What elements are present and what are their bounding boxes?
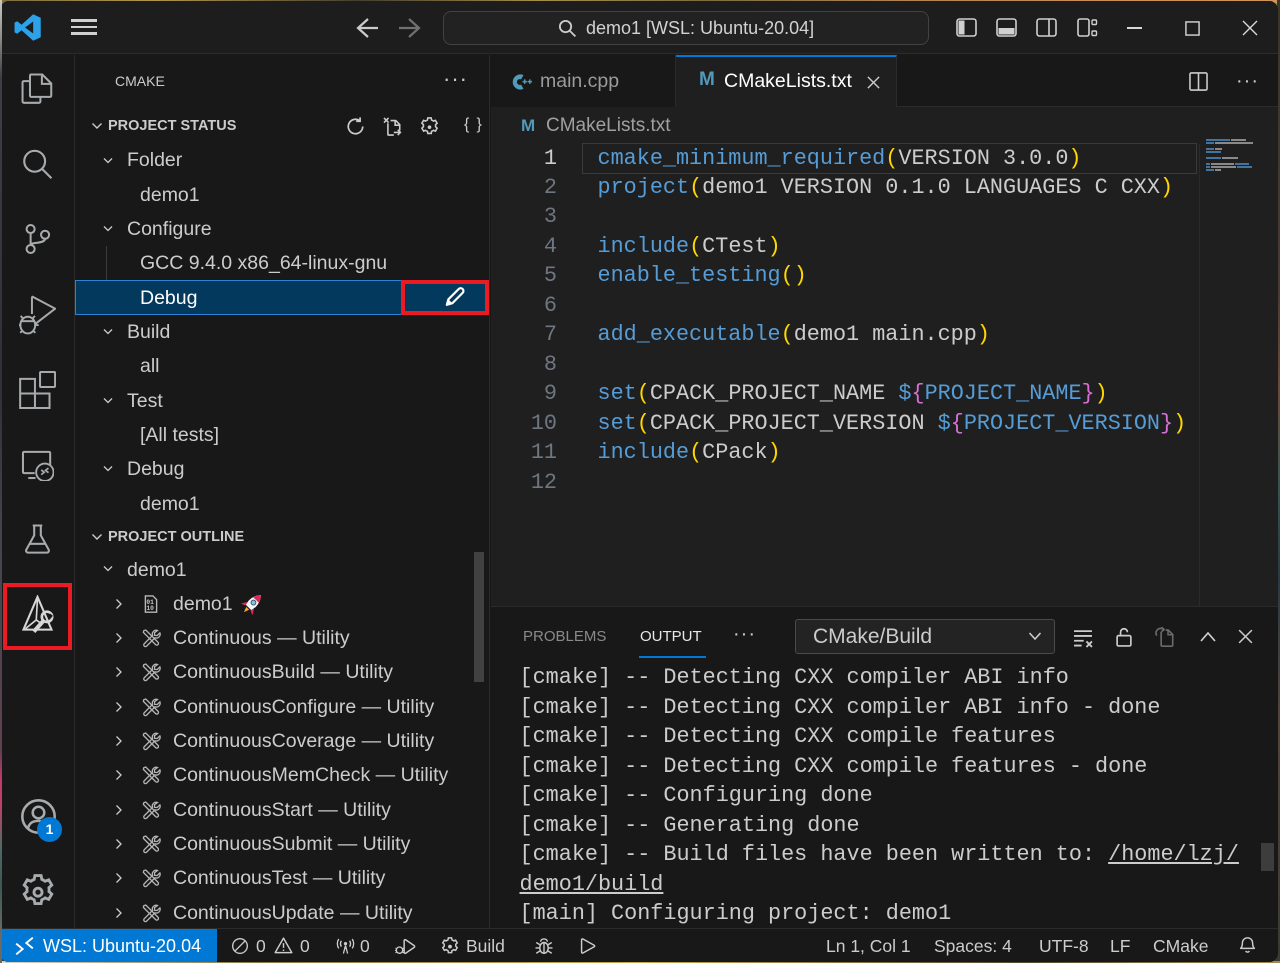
svg-text:10: 10 [146,605,154,612]
